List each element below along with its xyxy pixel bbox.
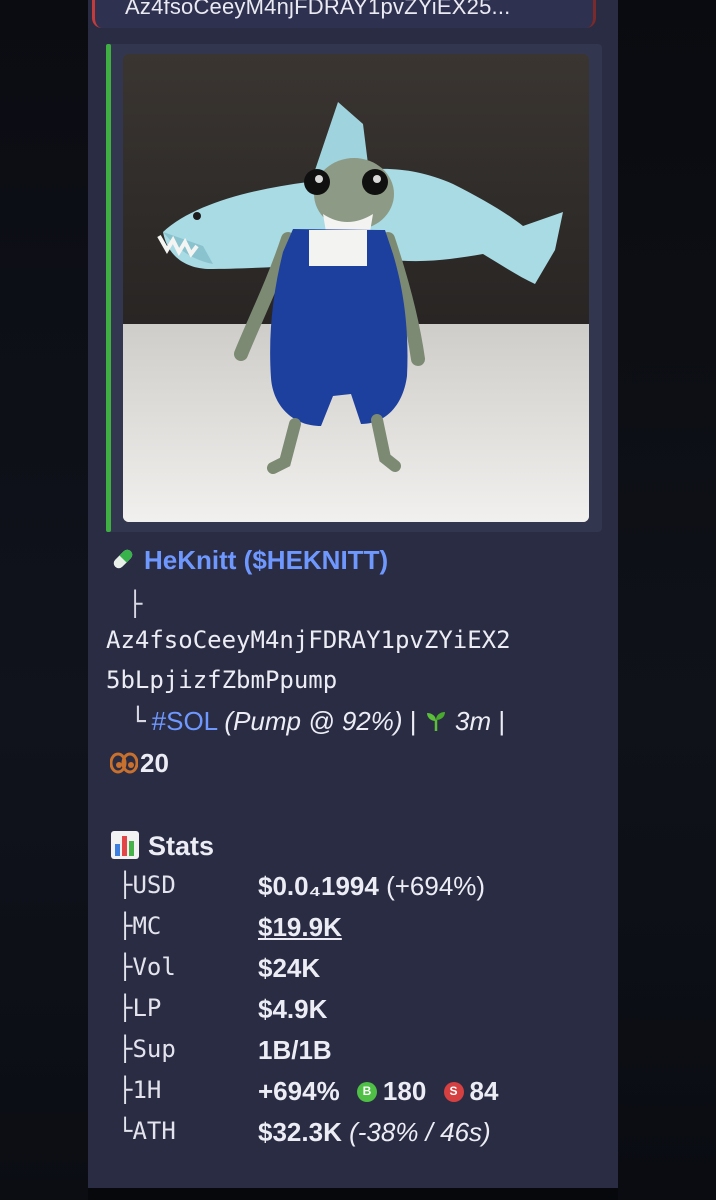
- token-ticker-link[interactable]: ($HEKNITT): [244, 545, 388, 575]
- market-cap-link[interactable]: $19.9K: [258, 912, 342, 943]
- holders-line: 20: [109, 748, 169, 779]
- stat-row-vol: ├Vol $24K: [118, 953, 608, 993]
- background-right: [618, 0, 716, 1200]
- knitted-frog-shark-illustration: [123, 54, 589, 522]
- stat-key: ├MC: [118, 912, 162, 940]
- stats-title: Stats: [148, 831, 215, 861]
- stat-row-ath: └ATH $32.3K (-38% / 46s): [118, 1117, 608, 1157]
- sell-badge-icon: S: [443, 1082, 464, 1102]
- holders-count: 20: [140, 748, 169, 778]
- stats-header: Stats: [110, 830, 214, 862]
- reply-preview[interactable]: Az4fsoCeeyM4njFDRAY1pvZYiEX25...: [92, 0, 596, 28]
- accent-bar: [106, 44, 111, 532]
- stat-value: $4.9K: [258, 994, 328, 1024]
- stat-key: ├Vol: [118, 953, 176, 981]
- stat-key: ├1H: [118, 1076, 162, 1104]
- message-bubble: Az4fsoCeeyM4njFDRAY1pvZYiEX25... HeKnitt…: [88, 0, 618, 1188]
- stat-row-lp: ├LP $4.9K: [118, 994, 608, 1034]
- eyes-icon: [109, 752, 139, 774]
- pump-status: (Pump @ 92%): [224, 706, 403, 736]
- sell-count: 84: [469, 1076, 499, 1106]
- separator-2: |: [498, 706, 506, 736]
- chain-hashtag-link[interactable]: #SOL: [152, 706, 218, 736]
- media-preview[interactable]: [106, 44, 602, 532]
- stat-value: $32.3K (-38% / 46s): [258, 1117, 491, 1147]
- contract-address-line-2[interactable]: 5bLpjizfZbmPpump: [106, 666, 337, 694]
- stat-row-1h: ├1H +694% B 180 S 84: [118, 1076, 608, 1116]
- stat-value: 1B/1B: [258, 1035, 332, 1065]
- token-age: 3m: [455, 706, 492, 736]
- pill-icon: [113, 549, 133, 569]
- reply-preview-text: Az4fsoCeeyM4njFDRAY1pvZYiEX25...: [125, 0, 511, 19]
- separator: |: [409, 706, 417, 736]
- stat-key: ├LP: [118, 994, 162, 1022]
- contract-address-line-1[interactable]: Az4fsoCeeyM4njFDRAY1pvZYiEX2: [106, 626, 511, 654]
- buy-badge-icon: B: [356, 1082, 377, 1102]
- bar-chart-icon: [111, 831, 139, 859]
- buy-count: 180: [382, 1076, 427, 1106]
- chain-info-line: └ #SOL (Pump @ 92%) | 3m |: [130, 706, 505, 737]
- tree-branch: ├: [128, 590, 143, 618]
- token-title: HeKnitt ($HEKNITT): [110, 545, 388, 576]
- background-left: [0, 0, 88, 1200]
- stat-row-usd: ├USD $0.0₄1994 (+694%): [118, 871, 608, 911]
- stat-value: +694% B 180 S 84: [258, 1076, 499, 1106]
- stat-row-sup: ├Sup 1B/1B: [118, 1035, 608, 1075]
- stat-value: $24K: [258, 953, 321, 983]
- token-image[interactable]: [123, 54, 589, 522]
- stat-value: $0.0₄1994 (+694%): [258, 871, 486, 901]
- seedling-icon: [426, 712, 445, 731]
- stat-key: ├USD: [118, 871, 176, 899]
- stat-row-mc: ├MC $19.9K: [118, 912, 608, 952]
- token-name-link[interactable]: HeKnitt: [144, 545, 236, 575]
- tree-corner: └: [130, 707, 146, 737]
- stat-key: └ATH: [118, 1117, 176, 1145]
- stat-key: ├Sup: [118, 1035, 176, 1063]
